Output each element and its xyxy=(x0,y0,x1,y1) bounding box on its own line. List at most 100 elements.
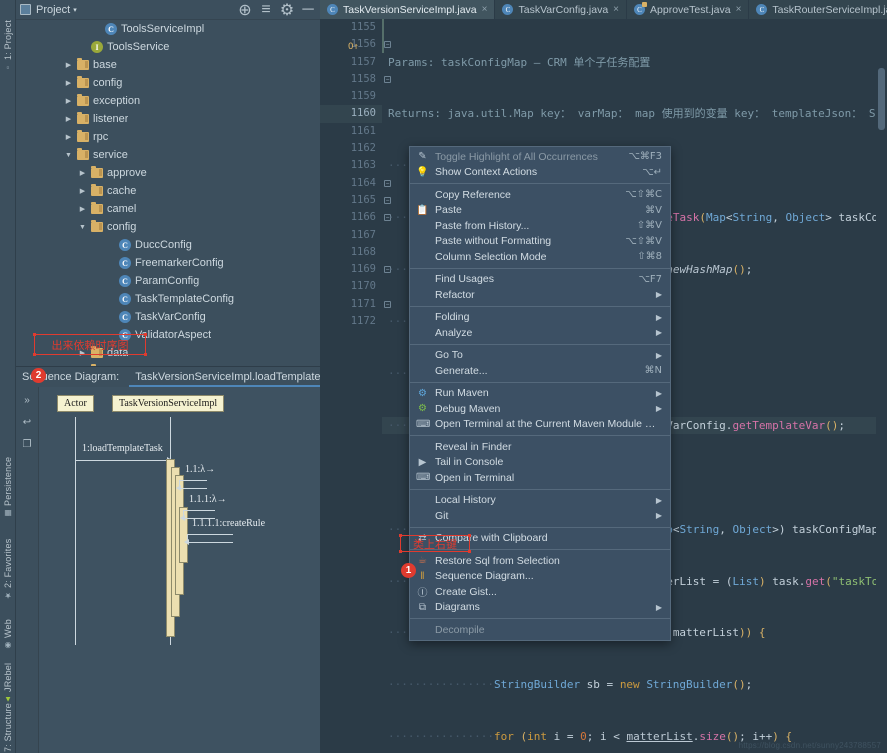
copy-icon[interactable]: ❐ xyxy=(20,437,34,451)
line-number[interactable]: 1163 xyxy=(320,157,382,174)
tree-node-base[interactable]: ▶ base xyxy=(16,56,320,74)
tree-node-cache[interactable]: ▶ cache xyxy=(16,182,320,200)
editor-tab-taskvarconfig[interactable]: C TaskVarConfig.java × xyxy=(495,0,628,19)
menu-item-local-history[interactable]: Local History ▶ xyxy=(410,493,670,509)
menu-item-show-context-actions[interactable]: 💡 Show Context Actions ⌥↵ xyxy=(410,165,670,181)
menu-item-reveal-in-finder[interactable]: Reveal in Finder xyxy=(410,439,670,455)
locate-icon[interactable]: ⊕ xyxy=(237,2,253,19)
line-number[interactable]: 1167 xyxy=(320,227,382,244)
editor-tab-taskrouterserviceimpl[interactable]: CTaskRouterServiceImpl.java× xyxy=(749,0,887,19)
tree-node-taskvarconfig[interactable]: · C TaskVarConfig xyxy=(16,308,320,326)
line-number-gutter[interactable]: 1155 1156 O↑ −1157 1158−1159 1160 1161 1162 1163… xyxy=(320,19,391,753)
line-number[interactable]: 1172 xyxy=(320,313,382,330)
tree-node-toolsservice[interactable]: · I ToolsService xyxy=(16,38,320,56)
menu-item-column-selection-mode[interactable]: Column Selection Mode ⇧⌘8 xyxy=(410,249,670,265)
line-number[interactable]: 1169− xyxy=(320,261,391,278)
tree-node-exception[interactable]: ▶ exception xyxy=(16,92,320,110)
editor-tab-taskversionserviceimpl[interactable]: C TaskVersionServiceImpl.java × xyxy=(320,0,496,19)
tool-window-button-web[interactable]: ◉ Web xyxy=(0,606,16,652)
tree-node-service[interactable]: ▼ service xyxy=(16,146,320,164)
line-number[interactable]: 1161 xyxy=(320,123,382,140)
tool-window-button-favorites[interactable]: ★ 2: Favorites xyxy=(0,524,16,602)
expand-icon[interactable]: » xyxy=(20,393,34,407)
menu-item-tail-in-console[interactable]: ▶ Tail in Console xyxy=(410,455,670,471)
menu-item-restore-sql-from-selection[interactable]: ☕ Restore Sql from Selection xyxy=(410,553,670,569)
tree-node-tasktemplateconfig[interactable]: · C TaskTemplateConfig xyxy=(16,290,320,308)
menu-item-toggle-highlight-of-all-occurrences[interactable]: ✎ Toggle Highlight of All Occurrences ⌥⌘F3 xyxy=(410,149,670,165)
editor-context-menu[interactable]: ✎ Toggle Highlight of All Occurrences ⌥⌘F3… xyxy=(409,146,671,641)
line-number[interactable]: 1170 xyxy=(320,278,382,295)
chevron-right-icon[interactable]: ▶ xyxy=(64,115,73,123)
line-number[interactable]: 1166− xyxy=(320,209,391,226)
chevron-right-icon[interactable]: ▶ xyxy=(64,133,73,141)
menu-item-create-gist[interactable]: Ⓘ Create Gist... xyxy=(410,584,670,600)
gear-icon[interactable]: ⚙ xyxy=(279,2,295,19)
tree-node-toolsserviceimpl[interactable]: · C ToolsServiceImpl xyxy=(16,20,320,38)
menu-item-run-maven[interactable]: ⚙ Run Maven ▶ xyxy=(410,386,670,402)
line-number[interactable]: 1171− xyxy=(320,296,391,313)
minimize-icon[interactable]: ─ xyxy=(300,1,316,18)
line-number[interactable]: 1159 xyxy=(320,88,382,105)
editor-tab-bar[interactable]: C TaskVersionServiceImpl.java × C TaskVarCon… xyxy=(320,0,887,19)
lifeline-box-actor[interactable]: Actor xyxy=(57,395,94,412)
close-icon[interactable]: × xyxy=(482,4,488,15)
chevron-right-icon[interactable]: ▶ xyxy=(64,61,73,69)
line-number[interactable]: 1162 xyxy=(320,140,382,157)
line-number[interactable]: 1157 xyxy=(320,54,382,71)
folder-icon xyxy=(77,94,89,106)
tree-node-config[interactable]: ▼ config xyxy=(16,218,320,236)
menu-item-refactor[interactable]: Refactor ▶ xyxy=(410,287,670,303)
chevron-right-icon[interactable]: ▶ xyxy=(78,205,87,213)
chevron-right-icon[interactable]: ▶ xyxy=(64,97,73,105)
menu-item-diagrams[interactable]: ⧉ Diagrams ▶ xyxy=(410,600,670,616)
chevron-down-icon[interactable]: ▾ xyxy=(73,6,77,14)
editor-tab-approvetest[interactable]: C ApproveTest.java × xyxy=(627,0,750,19)
menu-item-folding[interactable]: Folding ▶ xyxy=(410,310,670,326)
line-number[interactable]: 1158− xyxy=(320,71,391,88)
tree-node-approve[interactable]: ▶ approve xyxy=(16,164,320,182)
lifeline-box-taskversionserviceimpl[interactable]: TaskVersionServiceImpl xyxy=(112,395,225,412)
close-icon[interactable]: × xyxy=(736,4,742,15)
tree-node-duccconfig[interactable]: · C DuccConfig xyxy=(16,236,320,254)
menu-item-open-in-terminal[interactable]: ⌨ Open in Terminal xyxy=(410,470,670,486)
chevron-down-icon[interactable]: ▼ xyxy=(64,152,73,159)
menu-item-paste-from-history[interactable]: Paste from History... ⇧⌘V xyxy=(410,218,670,234)
tool-window-button-structure[interactable]: 7: Structure xyxy=(0,692,16,753)
tree-node-freemarkerconfig[interactable]: · C FreemarkerConfig xyxy=(16,254,320,272)
line-number[interactable]: 1165− xyxy=(320,192,391,209)
menu-item-decompile[interactable]: Decompile xyxy=(410,622,670,638)
tool-window-button-persistence[interactable]: ▦ Persistence xyxy=(0,440,16,520)
chevron-right-icon[interactable]: ▶ xyxy=(78,187,87,195)
editor-scrollbar[interactable] xyxy=(876,38,887,753)
menu-item-generate[interactable]: Generate... ⌘N xyxy=(410,363,670,379)
line-number[interactable]: 1164− xyxy=(320,175,391,192)
chevron-down-icon[interactable]: ▼ xyxy=(78,224,87,231)
scrollbar-thumb[interactable] xyxy=(878,68,885,130)
menu-item-sequence-diagram[interactable]: ‖ Sequence Diagram... xyxy=(410,569,670,585)
menu-item-copy-reference[interactable]: Copy Reference ⌥⇧⌘C xyxy=(410,187,670,203)
line-number[interactable]: 1168 xyxy=(320,244,382,261)
menu-item-debug-maven[interactable]: ⚙ Debug Maven ▶ xyxy=(410,401,670,417)
menu-item-find-usages[interactable]: Find Usages ⌥F7 xyxy=(410,272,670,288)
line-number[interactable]: 1155 xyxy=(320,19,382,36)
export-icon[interactable]: ↩ xyxy=(20,415,34,429)
tree-node-config[interactable]: ▶ config xyxy=(16,74,320,92)
chevron-right-icon[interactable]: ▶ xyxy=(78,169,87,177)
tree-node-listener[interactable]: ▶ listener xyxy=(16,110,320,128)
collapse-all-icon[interactable]: ≡ xyxy=(258,1,274,18)
chevron-right-icon[interactable]: ▶ xyxy=(64,79,73,87)
line-number[interactable]: 1160 xyxy=(320,105,382,123)
menu-item-go-to[interactable]: Go To ▶ xyxy=(410,348,670,364)
close-icon[interactable]: × xyxy=(613,4,619,15)
tree-node-paramconfig[interactable]: · C ParamConfig xyxy=(16,272,320,290)
menu-item-open-terminal-at-the-current-maven-module-path[interactable]: ⌨ Open Terminal at the Current Maven Modu… xyxy=(410,417,670,433)
line-number[interactable]: 1156 O↑ − xyxy=(320,36,391,53)
menu-item-paste-without-formatting[interactable]: Paste without Formatting ⌥⇧⌘V xyxy=(410,234,670,250)
tool-window-button-project[interactable]: ▫ 1: Project xyxy=(0,2,16,74)
menu-item-analyze[interactable]: Analyze ▶ xyxy=(410,325,670,341)
tree-node-rpc[interactable]: ▶ rpc xyxy=(16,128,320,146)
project-tree[interactable]: · C ToolsServiceImpl · I ToolsService ▶ base ▶ co… xyxy=(16,20,320,366)
menu-item-paste[interactable]: 📋 Paste ⌘V xyxy=(410,203,670,219)
tree-node-camel[interactable]: ▶ camel xyxy=(16,200,320,218)
menu-item-git[interactable]: Git ▶ xyxy=(410,508,670,524)
